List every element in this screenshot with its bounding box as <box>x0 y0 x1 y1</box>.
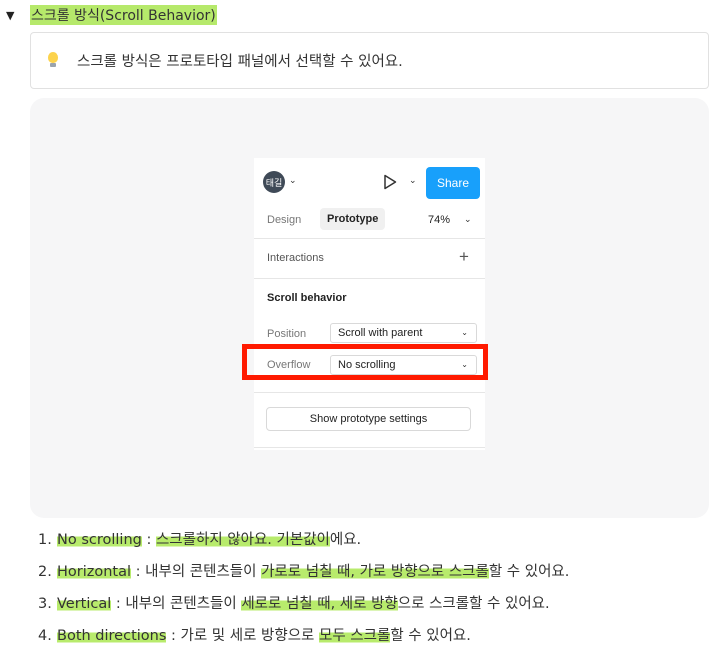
list-rest: 에요. <box>329 532 362 548</box>
list-item: 3. Vertical : 내부의 콘텐츠들이 세로로 넘칠 때, 세로 방향으로… <box>38 592 550 613</box>
list-number: 4. <box>38 628 52 644</box>
divider <box>254 392 485 393</box>
zoom-level[interactable]: 74% <box>428 214 450 226</box>
toggle-header[interactable]: ▼ 스크롤 방식(Scroll Behavior) <box>6 4 217 26</box>
list-number: 3. <box>38 596 52 612</box>
list-separator: : 내부의 콘텐츠들이 <box>131 564 262 580</box>
list-item: 2. Horizontal : 내부의 콘텐츠들이 가로로 넘칠 때, 가로 방향… <box>38 560 569 581</box>
list-term: No scrolling <box>57 532 142 548</box>
screenshot-image: 태길 ⌄ ⌄ Share Design Prototype 74% ⌄ Inte… <box>30 98 709 518</box>
toggle-arrow-icon[interactable]: ▼ <box>6 9 20 22</box>
list-rest: 할 수 있어요. <box>488 564 570 580</box>
list-highlight: 가로로 넘칠 때, 가로 방향으로 스크롤 <box>261 564 489 580</box>
list-rest: 으로 스크롤할 수 있어요. <box>397 596 550 612</box>
divider <box>254 447 485 448</box>
list-highlight: 세로로 넘칠 때, 세로 방향 <box>241 596 398 612</box>
list-separator: : <box>141 532 156 548</box>
prototype-panel: 태길 ⌄ ⌄ Share Design Prototype 74% ⌄ Inte… <box>242 158 488 450</box>
position-label: Position <box>267 328 307 340</box>
annotation-highlight-box <box>242 344 488 380</box>
tab-prototype[interactable]: Prototype <box>320 208 386 230</box>
chevron-down-icon[interactable]: ⌄ <box>409 175 417 186</box>
chevron-down-icon[interactable]: ⌄ <box>289 175 297 186</box>
chevron-down-icon[interactable]: ⌄ <box>464 214 472 225</box>
interactions-section: Interactions + <box>254 239 485 279</box>
list-term: Horizontal <box>57 564 132 580</box>
share-button[interactable]: Share <box>426 167 480 199</box>
lightbulb-icon <box>46 51 60 70</box>
plus-icon[interactable]: + <box>459 248 469 265</box>
list-highlight: 모두 스크롤 <box>319 628 391 644</box>
toggle-title: 스크롤 방식(Scroll Behavior) <box>30 5 217 25</box>
list-number: 2. <box>38 564 52 580</box>
play-icon[interactable] <box>383 174 397 190</box>
interactions-label: Interactions <box>267 252 324 264</box>
list-separator: : 내부의 콘텐츠들이 <box>111 596 242 612</box>
list-highlight: 스크롤하지 않아요. 기본값이 <box>155 532 330 548</box>
list-number: 1. <box>38 532 52 548</box>
panel-tabs: Design Prototype 74% ⌄ <box>254 206 485 239</box>
list-term: Vertical <box>57 596 112 612</box>
list-item: 4. Both directions : 가로 및 세로 방향으로 모두 스크롤할… <box>38 624 471 645</box>
list-term: Both directions <box>57 628 167 644</box>
scroll-behavior-title: Scroll behavior <box>267 292 347 304</box>
list-rest: 할 수 있어요. <box>390 628 471 644</box>
position-value: Scroll with parent <box>338 327 423 339</box>
show-prototype-settings-button[interactable]: Show prototype settings <box>266 407 471 431</box>
callout-box: 스크롤 방식은 프로토타입 패널에서 선택할 수 있어요. <box>30 32 709 89</box>
avatar[interactable]: 태길 <box>263 171 285 193</box>
callout-text: 스크롤 방식은 프로토타입 패널에서 선택할 수 있어요. <box>77 54 403 70</box>
tab-design[interactable]: Design <box>267 214 301 226</box>
position-select[interactable]: Scroll with parent ⌄ <box>330 323 477 343</box>
list-separator: : 가로 및 세로 방향으로 <box>166 628 320 644</box>
panel-toolbar: 태길 ⌄ ⌄ Share <box>254 158 485 206</box>
chevron-down-icon: ⌄ <box>461 328 468 337</box>
list-item: 1. No scrolling : 스크롤하지 않아요. 기본값이에요. <box>38 528 361 549</box>
